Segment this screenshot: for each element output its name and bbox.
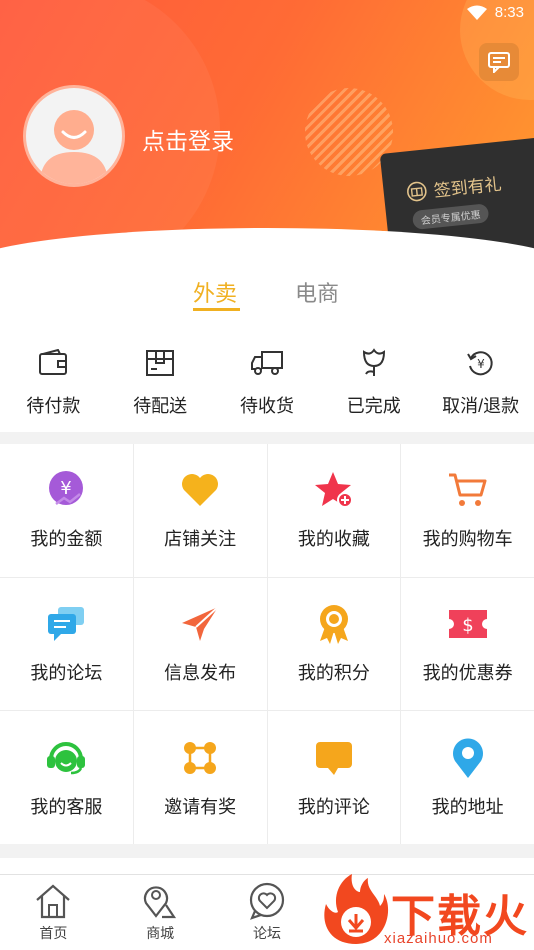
svg-text:¥: ¥ (61, 478, 72, 499)
comment-icon (313, 737, 355, 779)
refund-icon: ¥ (464, 346, 498, 380)
nav-label: 论坛 (252, 925, 281, 941)
grid-label: 我的论坛 (30, 662, 103, 683)
order-type-tabs: 外卖 电商 (0, 276, 534, 316)
grid-label: 邀请有奖 (164, 796, 237, 817)
wallet-icon (36, 346, 70, 380)
order-status-row: 待付款 待配送 待收货 已完成 ¥ 取消/退款 (0, 346, 534, 426)
package-icon (143, 346, 177, 380)
message-icon (488, 52, 510, 73)
grid-label: 我的收藏 (297, 529, 370, 550)
order-refund[interactable]: ¥ 取消/退款 (427, 346, 534, 426)
location-icon (447, 737, 489, 779)
medal-icon (313, 603, 355, 645)
grid-item-balance[interactable]: ¥ 我的金额 (0, 444, 133, 577)
grid-item-followed-shops[interactable]: 店铺关注 (133, 444, 267, 577)
order-pending-receipt[interactable]: 待收货 (214, 346, 321, 426)
grid-label: 我的金额 (30, 529, 103, 550)
nav-label: 商城 (146, 925, 175, 941)
headset-icon (45, 737, 87, 779)
grid-item-coupons[interactable]: $ 我的优惠券 (401, 577, 534, 711)
order-label: 待配送 (133, 396, 188, 416)
avatar[interactable] (23, 85, 125, 187)
grid-item-forum[interactable]: 我的论坛 (0, 577, 133, 711)
map-icon (144, 886, 177, 919)
heart-icon (179, 469, 221, 511)
tab-ecommerce[interactable]: 电商 (295, 276, 339, 308)
nav-mall[interactable]: 商城 (107, 875, 214, 950)
forum-icon (249, 882, 285, 920)
svg-text:$: $ (462, 615, 473, 636)
svg-text:¥: ¥ (477, 357, 485, 371)
grid-item-post-info[interactable]: 信息发布 (133, 577, 267, 711)
card-title: 签到有礼 (405, 170, 503, 205)
nav-forum[interactable]: 论坛 (214, 875, 321, 950)
cart-icon (447, 469, 489, 511)
grid-label: 我的优惠券 (422, 662, 513, 683)
grid-label: 我的购物车 (422, 529, 513, 550)
grid-label: 店铺关注 (164, 529, 237, 550)
order-completed[interactable]: 已完成 (320, 346, 427, 426)
nav-label: 首页 (39, 925, 68, 941)
order-label: 待收货 (239, 396, 294, 416)
login-link[interactable]: 点击登录 (142, 122, 234, 156)
feature-grid: ¥ 我的金额 店铺关注 我的收藏 我的购物车 我的论坛 信息发布 我的积分 $ … (0, 444, 534, 844)
grid-label: 我的评论 (297, 796, 370, 817)
grid-item-cart[interactable]: 我的购物车 (401, 444, 534, 577)
grid-item-reviews[interactable]: 我的评论 (267, 711, 401, 844)
grid-item-favorites[interactable]: 我的收藏 (267, 444, 401, 577)
grid-item-invite[interactable]: 邀请有奖 (133, 711, 267, 844)
card-subtitle: 会员专属优惠 (411, 203, 490, 231)
status-time: 8:33 (494, 4, 524, 21)
watermark-url: xiazaihuo.com (384, 930, 493, 947)
site-watermark: 下载火 xiazaihuo.com (316, 872, 534, 949)
order-pending-payment[interactable]: 待付款 (0, 346, 107, 426)
grid-item-points[interactable]: 我的积分 (267, 577, 401, 711)
home-icon (36, 884, 71, 919)
status-bar: 8:33 (466, 4, 524, 21)
active-tab-indicator (193, 308, 240, 311)
grid-label: 我的积分 (297, 662, 370, 683)
grid-label: 我的地址 (431, 796, 504, 817)
profile-header: 8:33 点击登录 签到有礼 会员专属优惠 (0, 0, 534, 250)
yuan-icon: ¥ (45, 469, 87, 511)
star-icon (313, 469, 355, 511)
gift-icon (406, 181, 427, 201)
grid-label: 我的客服 (30, 796, 103, 817)
wifi-icon (466, 5, 487, 20)
order-label: 已完成 (346, 396, 401, 416)
grid-item-address[interactable]: 我的地址 (401, 711, 534, 844)
chat-icon (45, 603, 87, 645)
grid-label: 信息发布 (164, 662, 237, 683)
card-title-text: 签到有礼 (432, 174, 503, 201)
flower-icon (357, 346, 391, 380)
order-label: 取消/退款 (442, 396, 520, 416)
network-icon (179, 737, 221, 779)
nav-home[interactable]: 首页 (0, 875, 107, 950)
truck-icon (250, 346, 284, 380)
user-placeholder-icon (40, 110, 108, 184)
order-pending-delivery[interactable]: 待配送 (107, 346, 214, 426)
coupon-icon: $ (447, 603, 489, 645)
send-icon (179, 603, 221, 645)
tab-takeout[interactable]: 外卖 (193, 276, 237, 308)
message-button[interactable] (479, 43, 519, 81)
grid-item-customer-service[interactable]: 我的客服 (0, 711, 133, 844)
order-label: 待付款 (26, 396, 81, 416)
